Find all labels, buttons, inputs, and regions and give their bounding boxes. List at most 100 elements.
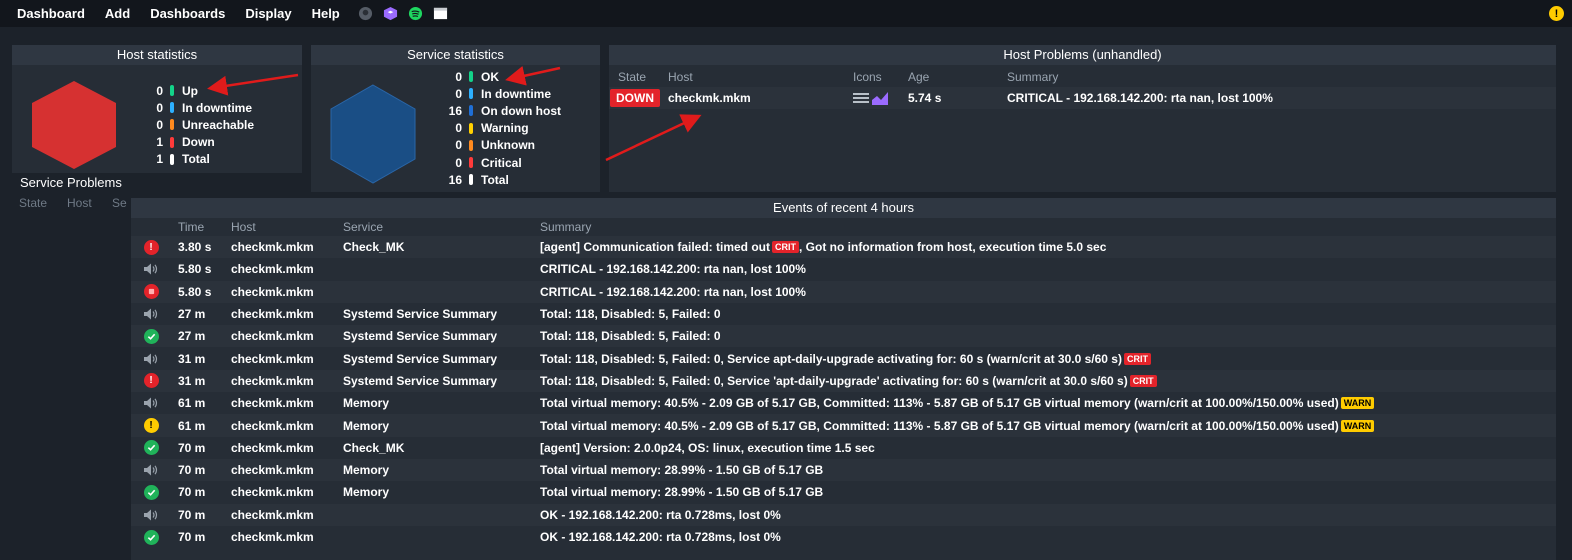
stat-row[interactable]: 0 Up (140, 82, 254, 99)
stat-row[interactable]: 0 In downtime (140, 99, 254, 116)
notification-speaker-icon (131, 262, 171, 276)
menu-display[interactable]: Display (245, 6, 291, 21)
host-link[interactable]: checkmk.mkm (231, 441, 343, 455)
host-link[interactable]: checkmk.mkm (231, 262, 343, 276)
stat-color-bar (469, 174, 473, 186)
stat-row[interactable]: 1 Down (140, 134, 254, 151)
host-link[interactable]: checkmk.mkm (668, 91, 853, 105)
stat-row[interactable]: 0 In downtime (439, 85, 561, 102)
table-row[interactable]: 70 m checkmk.mkm OK - 192.168.142.200: rta… (131, 526, 1556, 548)
table-row[interactable]: 5.80 s checkmk.mkm CRITICAL - 192.168.142.… (131, 280, 1556, 303)
stat-color-bar (170, 85, 174, 97)
header-host[interactable]: Host (231, 220, 343, 234)
menu-icon[interactable] (853, 92, 869, 104)
menu-dashboard[interactable]: Dashboard (17, 6, 85, 21)
table-row[interactable]: DOWN checkmk.mkm 5.74 s CRITICAL - 192.1… (609, 87, 1556, 109)
box-icon[interactable] (383, 6, 399, 22)
stat-label[interactable]: Total (182, 152, 210, 166)
host-link[interactable]: checkmk.mkm (231, 463, 343, 477)
host-link[interactable]: checkmk.mkm (231, 240, 343, 254)
host-link[interactable]: checkmk.mkm (231, 352, 343, 366)
host-link[interactable]: checkmk.mkm (231, 307, 343, 321)
service-link[interactable]: Systemd Service Summary (343, 374, 540, 388)
host-link[interactable]: checkmk.mkm (231, 374, 343, 388)
table-row[interactable]: ! 61 m checkmk.mkm Memory Total virtual memo… (131, 414, 1556, 437)
menu-add[interactable]: Add (105, 6, 130, 21)
stat-label[interactable]: Up (182, 84, 198, 98)
host-link[interactable]: checkmk.mkm (231, 419, 343, 433)
host-link[interactable]: checkmk.mkm (231, 329, 343, 343)
service-link[interactable]: Systemd Service Summary (343, 307, 540, 321)
header-icons[interactable]: Icons (853, 70, 908, 84)
host-status-hexagon[interactable] (24, 75, 124, 175)
menu-dashboards[interactable]: Dashboards (150, 6, 225, 21)
stat-count: 16 (448, 103, 462, 118)
stat-row[interactable]: 0 Warning (439, 120, 561, 137)
stat-row[interactable]: 0 Unreachable (140, 116, 254, 133)
service-link[interactable]: Memory (343, 396, 540, 410)
summary-cell: [agent] Communication failed: timed out C… (540, 240, 1556, 254)
window-icon[interactable] (433, 6, 449, 22)
header-age[interactable]: Age (908, 70, 1007, 84)
stat-label[interactable]: Unreachable (182, 118, 254, 132)
sp-header-state[interactable]: State (19, 196, 67, 210)
host-link[interactable]: checkmk.mkm (231, 508, 343, 522)
service-link[interactable]: Memory (343, 463, 540, 477)
warning-icon[interactable]: ! (1549, 6, 1564, 21)
state-badge-down[interactable]: DOWN (610, 89, 660, 107)
table-row[interactable]: 27 m checkmk.mkm Systemd Service Summary To… (131, 303, 1556, 325)
header-summary[interactable]: Summary (540, 220, 1556, 234)
stat-label[interactable]: OK (481, 70, 499, 84)
table-row[interactable]: 70 m checkmk.mkm Memory Total virtual memor… (131, 481, 1556, 503)
stat-row[interactable]: 0 Critical (439, 154, 561, 171)
header-state[interactable]: State (609, 70, 668, 84)
menu-help[interactable]: Help (312, 6, 340, 21)
stat-label[interactable]: Critical (481, 156, 522, 170)
header-host[interactable]: Host (668, 70, 853, 84)
stat-label[interactable]: Total (481, 173, 509, 187)
header-service[interactable]: Service (343, 220, 540, 234)
host-link[interactable]: checkmk.mkm (231, 530, 343, 544)
stat-label[interactable]: In downtime (182, 101, 252, 115)
table-row[interactable]: 31 m checkmk.mkm Systemd Service Summary To… (131, 347, 1556, 369)
table-row[interactable]: ! 3.80 s checkmk.mkm Check_MK [agent] Commun… (131, 236, 1556, 259)
service-link[interactable]: Memory (343, 419, 540, 433)
host-link[interactable]: checkmk.mkm (231, 285, 343, 299)
table-row[interactable]: 27 m checkmk.mkm Systemd Service Summary To… (131, 325, 1556, 348)
table-row[interactable]: 70 m checkmk.mkm Check_MK [agent] Version: … (131, 437, 1556, 459)
table-row[interactable]: 70 m checkmk.mkm Memory Total virtual memor… (131, 458, 1556, 482)
stat-row[interactable]: 16 Total (439, 171, 561, 188)
service-link[interactable]: Check_MK (343, 240, 540, 254)
stat-color-bar (469, 105, 473, 117)
service-link[interactable]: Systemd Service Summary (343, 329, 540, 343)
stat-label[interactable]: Warning (481, 121, 529, 135)
stat-label[interactable]: On down host (481, 104, 561, 118)
header-summary[interactable]: Summary (1007, 70, 1058, 84)
header-time[interactable]: Time (171, 220, 231, 234)
stat-row[interactable]: 0 Unknown (439, 137, 561, 154)
stat-row[interactable]: 16 On down host (439, 102, 561, 119)
stat-label[interactable]: Down (182, 135, 215, 149)
service-link[interactable]: Systemd Service Summary (343, 352, 540, 366)
host-problems-dashlet: Host Problems (unhandled) State Host Ico… (609, 45, 1556, 192)
stat-row[interactable]: 1 Total (140, 151, 254, 168)
stat-label[interactable]: Unknown (481, 138, 535, 152)
stat-row[interactable]: 0 OK (439, 68, 561, 85)
service-link[interactable]: Memory (343, 485, 540, 499)
table-row[interactable]: 5.80 s checkmk.mkm CRITICAL - 192.168.142.… (131, 258, 1556, 280)
host-link[interactable]: checkmk.mkm (231, 485, 343, 499)
host-link[interactable]: checkmk.mkm (231, 396, 343, 410)
table-row[interactable]: ! 31 m checkmk.mkm Systemd Service Summary T… (131, 369, 1556, 393)
service-link[interactable]: Check_MK (343, 441, 540, 455)
table-row[interactable]: 61 m checkmk.mkm Memory Total virtual memor… (131, 392, 1556, 414)
github-icon[interactable] (358, 6, 374, 22)
stat-count: 0 (156, 83, 163, 98)
spotify-icon[interactable] (408, 6, 424, 22)
ok-check-icon (131, 440, 171, 456)
sp-header-service[interactable]: Se (112, 196, 127, 210)
service-status-hexagon[interactable] (323, 79, 423, 191)
graph-icon[interactable] (872, 91, 888, 105)
stat-label[interactable]: In downtime (481, 87, 551, 101)
table-row[interactable]: 70 m checkmk.mkm OK - 192.168.142.200: rta… (131, 503, 1556, 526)
sp-header-host[interactable]: Host (67, 196, 112, 210)
